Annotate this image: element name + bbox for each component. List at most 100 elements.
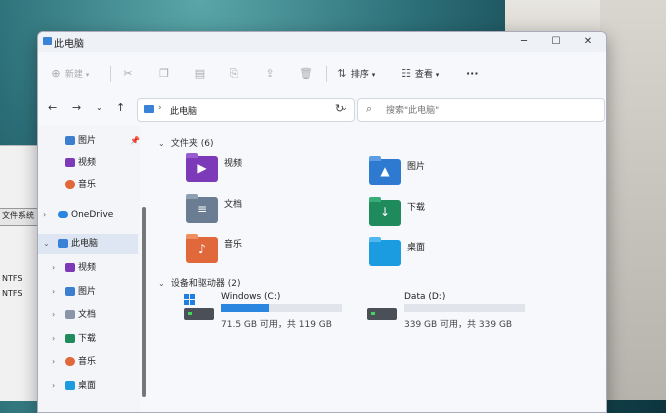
chevron-right-icon: ›: [52, 263, 56, 272]
background-desk-right: [600, 0, 666, 400]
sidebar-item-downloads[interactable]: › 下载: [38, 329, 138, 349]
drive-usage-bar: [221, 304, 342, 312]
drive-free-space: 71.5 GB 可用，共 119 GB: [221, 320, 332, 330]
rename-button[interactable]: ⎘: [228, 64, 240, 84]
background-text-filesystem: 文件系统: [2, 211, 34, 220]
folder-pictures[interactable]: ▲ 图片: [369, 156, 539, 193]
sort-button[interactable]: ⇅ 排序 ▾: [336, 64, 375, 84]
new-button[interactable]: ⊕ 新建 ▾: [50, 64, 89, 84]
downloads-folder-icon: ↓: [369, 197, 401, 226]
desktop-icon: [65, 381, 75, 390]
folder-label: 文档: [224, 200, 243, 210]
play-icon: ▶: [197, 161, 207, 175]
video-folder-icon: ▶: [186, 153, 218, 182]
view-list-icon: ☷: [401, 67, 411, 80]
chevron-down-icon: ⌄: [158, 139, 165, 148]
mountain-icon: ▲: [380, 164, 390, 178]
video-icon: [65, 158, 75, 167]
refresh-icon[interactable]: ↻: [335, 102, 344, 115]
windows-logo-icon: [184, 294, 196, 306]
background-text-ntfs-1: NTFS: [2, 274, 23, 283]
music-note-icon: ♪: [198, 242, 206, 256]
chevron-right-icon: ›: [52, 334, 56, 343]
sidebar-item-this-pc[interactable]: ⌄ 此电脑: [38, 234, 138, 254]
paste-button[interactable]: ▤: [194, 64, 206, 84]
command-bar: ⊕ 新建 ▾ ✂ ❐ ▤ ⎘ ⇪ 🗑 ⇅ 排序 ▾ ☷ 查看 ▾ ···: [38, 56, 606, 92]
chevron-down-icon: ▾: [85, 71, 90, 79]
toolbar-divider: [110, 66, 111, 82]
computer-icon: [43, 37, 52, 45]
folder-videos[interactable]: ▶ 视频: [186, 153, 356, 190]
hard-drive-icon: [367, 308, 397, 320]
folder-label: 音乐: [224, 240, 243, 250]
computer-icon: [58, 239, 68, 248]
sidebar-item-videos[interactable]: 视频: [38, 153, 138, 173]
chevron-down-icon: ▾: [371, 71, 376, 79]
copy-button[interactable]: ❐: [158, 64, 170, 84]
scissors-icon: ✂: [123, 67, 133, 80]
video-icon: [65, 263, 75, 272]
sort-arrows-icon: ⇅: [337, 67, 347, 80]
sidebar-item-documents[interactable]: › 文档: [38, 305, 138, 325]
back-arrow-icon[interactable]: ←: [48, 101, 57, 114]
breadcrumb-chevron-icon: ›: [158, 103, 162, 113]
folder-documents[interactable]: ≡ 文档: [186, 194, 356, 231]
trash-icon: 🗑: [299, 67, 313, 80]
sidebar-scrollbar[interactable]: [142, 207, 146, 397]
rename-icon: ⎘: [229, 67, 239, 80]
forward-arrow-icon[interactable]: →: [72, 101, 81, 114]
download-icon: [65, 334, 75, 343]
search-icon: ⌕: [366, 102, 373, 115]
delete-button[interactable]: 🗑: [299, 64, 313, 84]
music-icon: [65, 180, 75, 189]
drive-c[interactable]: Windows (C:) 71.5 GB 可用，共 119 GB: [184, 292, 354, 336]
search-input[interactable]: [384, 102, 598, 120]
cut-button[interactable]: ✂: [122, 64, 134, 84]
share-button[interactable]: ⇪: [264, 64, 276, 84]
search-box[interactable]: ⌕: [357, 98, 605, 122]
view-button[interactable]: ☷ 查看 ▾: [400, 64, 439, 84]
chevron-right-icon: ›: [52, 357, 56, 366]
sidebar-item-pictures[interactable]: › 图片: [38, 282, 138, 302]
chevron-right-icon: ›: [52, 287, 56, 296]
sidebar-item-music[interactable]: 音乐: [38, 175, 138, 195]
copy-icon: ❐: [159, 67, 169, 80]
title-bar[interactable]: 此电脑 ─ ☐ ✕: [38, 32, 606, 52]
sidebar-item-videos[interactable]: › 视频: [38, 258, 138, 278]
picture-icon: [65, 287, 75, 296]
folders-section-header[interactable]: ⌄ 文件夹 (6): [158, 136, 214, 149]
chevron-right-icon: ›: [43, 210, 47, 219]
up-arrow-icon[interactable]: ↑: [116, 101, 125, 114]
view-label: 查看: [414, 70, 433, 80]
address-row: ← → ⌄ ↑ › 此电脑 ⌄ ↻ ⌕: [38, 94, 606, 124]
sidebar-item-pictures[interactable]: 图片 📌: [38, 131, 140, 151]
close-button[interactable]: ✕: [574, 34, 602, 50]
sidebar-item-music[interactable]: › 音乐: [38, 352, 138, 372]
drive-usage-bar: [404, 304, 525, 312]
address-path: 此电脑: [170, 107, 198, 117]
minimize-button[interactable]: ─: [510, 34, 538, 50]
music-folder-icon: ♪: [186, 234, 218, 263]
folder-desktop[interactable]: 桌面: [369, 237, 539, 274]
desktop-folder-icon: [369, 237, 401, 266]
recent-chevron-icon[interactable]: ⌄: [96, 103, 103, 112]
folder-downloads[interactable]: ↓ 下载: [369, 197, 539, 234]
sidebar-item-desktop[interactable]: › 桌面: [38, 376, 138, 396]
maximize-button[interactable]: ☐: [542, 34, 570, 50]
folder-label: 下载: [407, 203, 426, 213]
hard-drive-icon: [184, 308, 214, 320]
background-text-ntfs-2: NTFS: [2, 289, 23, 298]
drive-name: Data (D:): [404, 292, 446, 302]
download-arrow-icon: ↓: [379, 205, 391, 219]
address-bar[interactable]: › 此电脑 ⌄: [137, 98, 355, 122]
pin-icon[interactable]: 📌: [130, 131, 140, 151]
folder-music[interactable]: ♪ 音乐: [186, 234, 356, 271]
devices-section-header[interactable]: ⌄ 设备和驱动器 (2): [158, 276, 241, 289]
more-options-button[interactable]: ···: [466, 64, 479, 84]
drive-d[interactable]: Data (D:) 339 GB 可用，共 339 GB: [367, 292, 537, 336]
cloud-icon: [58, 211, 68, 218]
chevron-down-icon: ▾: [435, 71, 440, 79]
share-icon: ⇪: [265, 67, 275, 80]
sidebar-item-onedrive[interactable]: › OneDrive: [38, 205, 138, 225]
document-icon: [65, 310, 75, 319]
